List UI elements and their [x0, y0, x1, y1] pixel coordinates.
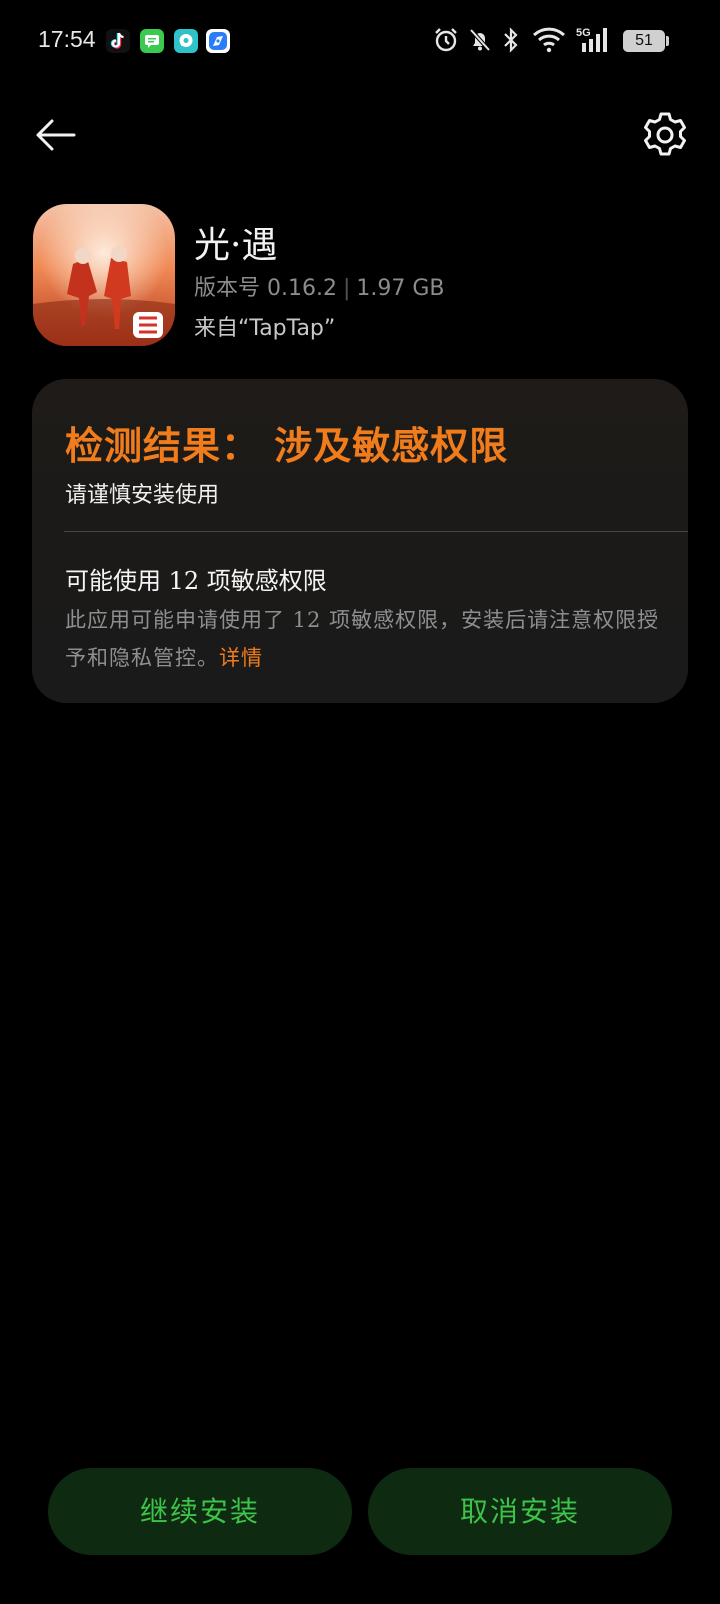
- browser-icon: [206, 29, 230, 53]
- detection-result-card: 检测结果： 涉及敏感权限 请谨慎安装使用 可能使用 12 项敏感权限 此应用可能…: [32, 379, 688, 703]
- status-time: 17:54: [38, 26, 96, 52]
- continue-install-button[interactable]: 继续安装: [48, 1468, 352, 1555]
- app-source: 来自“TapTap”: [194, 316, 336, 341]
- settings-button[interactable]: [640, 110, 690, 160]
- gear-icon: [644, 112, 686, 156]
- tiktok-icon: [106, 29, 130, 53]
- chat-icon: [174, 29, 198, 53]
- cellular-5g-icon: 5G: [576, 27, 607, 52]
- cancel-install-button[interactable]: 取消安装: [368, 1468, 672, 1555]
- permission-description: 此应用可能申请使用了 12 项敏感权限，安装后请注意权限授予和隐私管控。详情: [65, 601, 665, 677]
- status-bar: 17:54 5G 51: [0, 0, 720, 84]
- result-subtitle: 请谨慎安装使用: [65, 483, 220, 508]
- battery-icon: 51: [623, 30, 665, 52]
- permission-title: 可能使用 12 项敏感权限: [65, 567, 327, 595]
- app-icon: [33, 204, 175, 346]
- permission-desc-text: 此应用可能申请使用了 12 项敏感权限，安装后请注意权限授予和隐私管控。: [65, 608, 660, 670]
- app-version: 版本号 0.16.2: [194, 276, 337, 301]
- app-size: 1.97 GB: [356, 276, 445, 301]
- messages-icon: [140, 29, 164, 53]
- back-button[interactable]: [32, 112, 80, 160]
- details-link[interactable]: 详情: [219, 646, 263, 670]
- battery-tip: [666, 36, 669, 46]
- result-title: 检测结果： 涉及敏感权限: [65, 423, 509, 468]
- arrow-left-icon: [36, 119, 76, 151]
- divider: [64, 531, 688, 532]
- app-meta: 版本号 0.16.2 | 1.97 GB: [194, 270, 445, 302]
- battery-percent: 51: [635, 32, 653, 49]
- bluetooth-icon: [504, 27, 518, 53]
- wifi-icon: [532, 27, 566, 53]
- alarm-icon: [435, 28, 457, 52]
- app-name: 光·遇: [194, 225, 278, 266]
- svg-text:5G: 5G: [576, 27, 591, 39]
- meta-separator: |: [342, 276, 351, 301]
- bell-off-icon: [469, 28, 491, 52]
